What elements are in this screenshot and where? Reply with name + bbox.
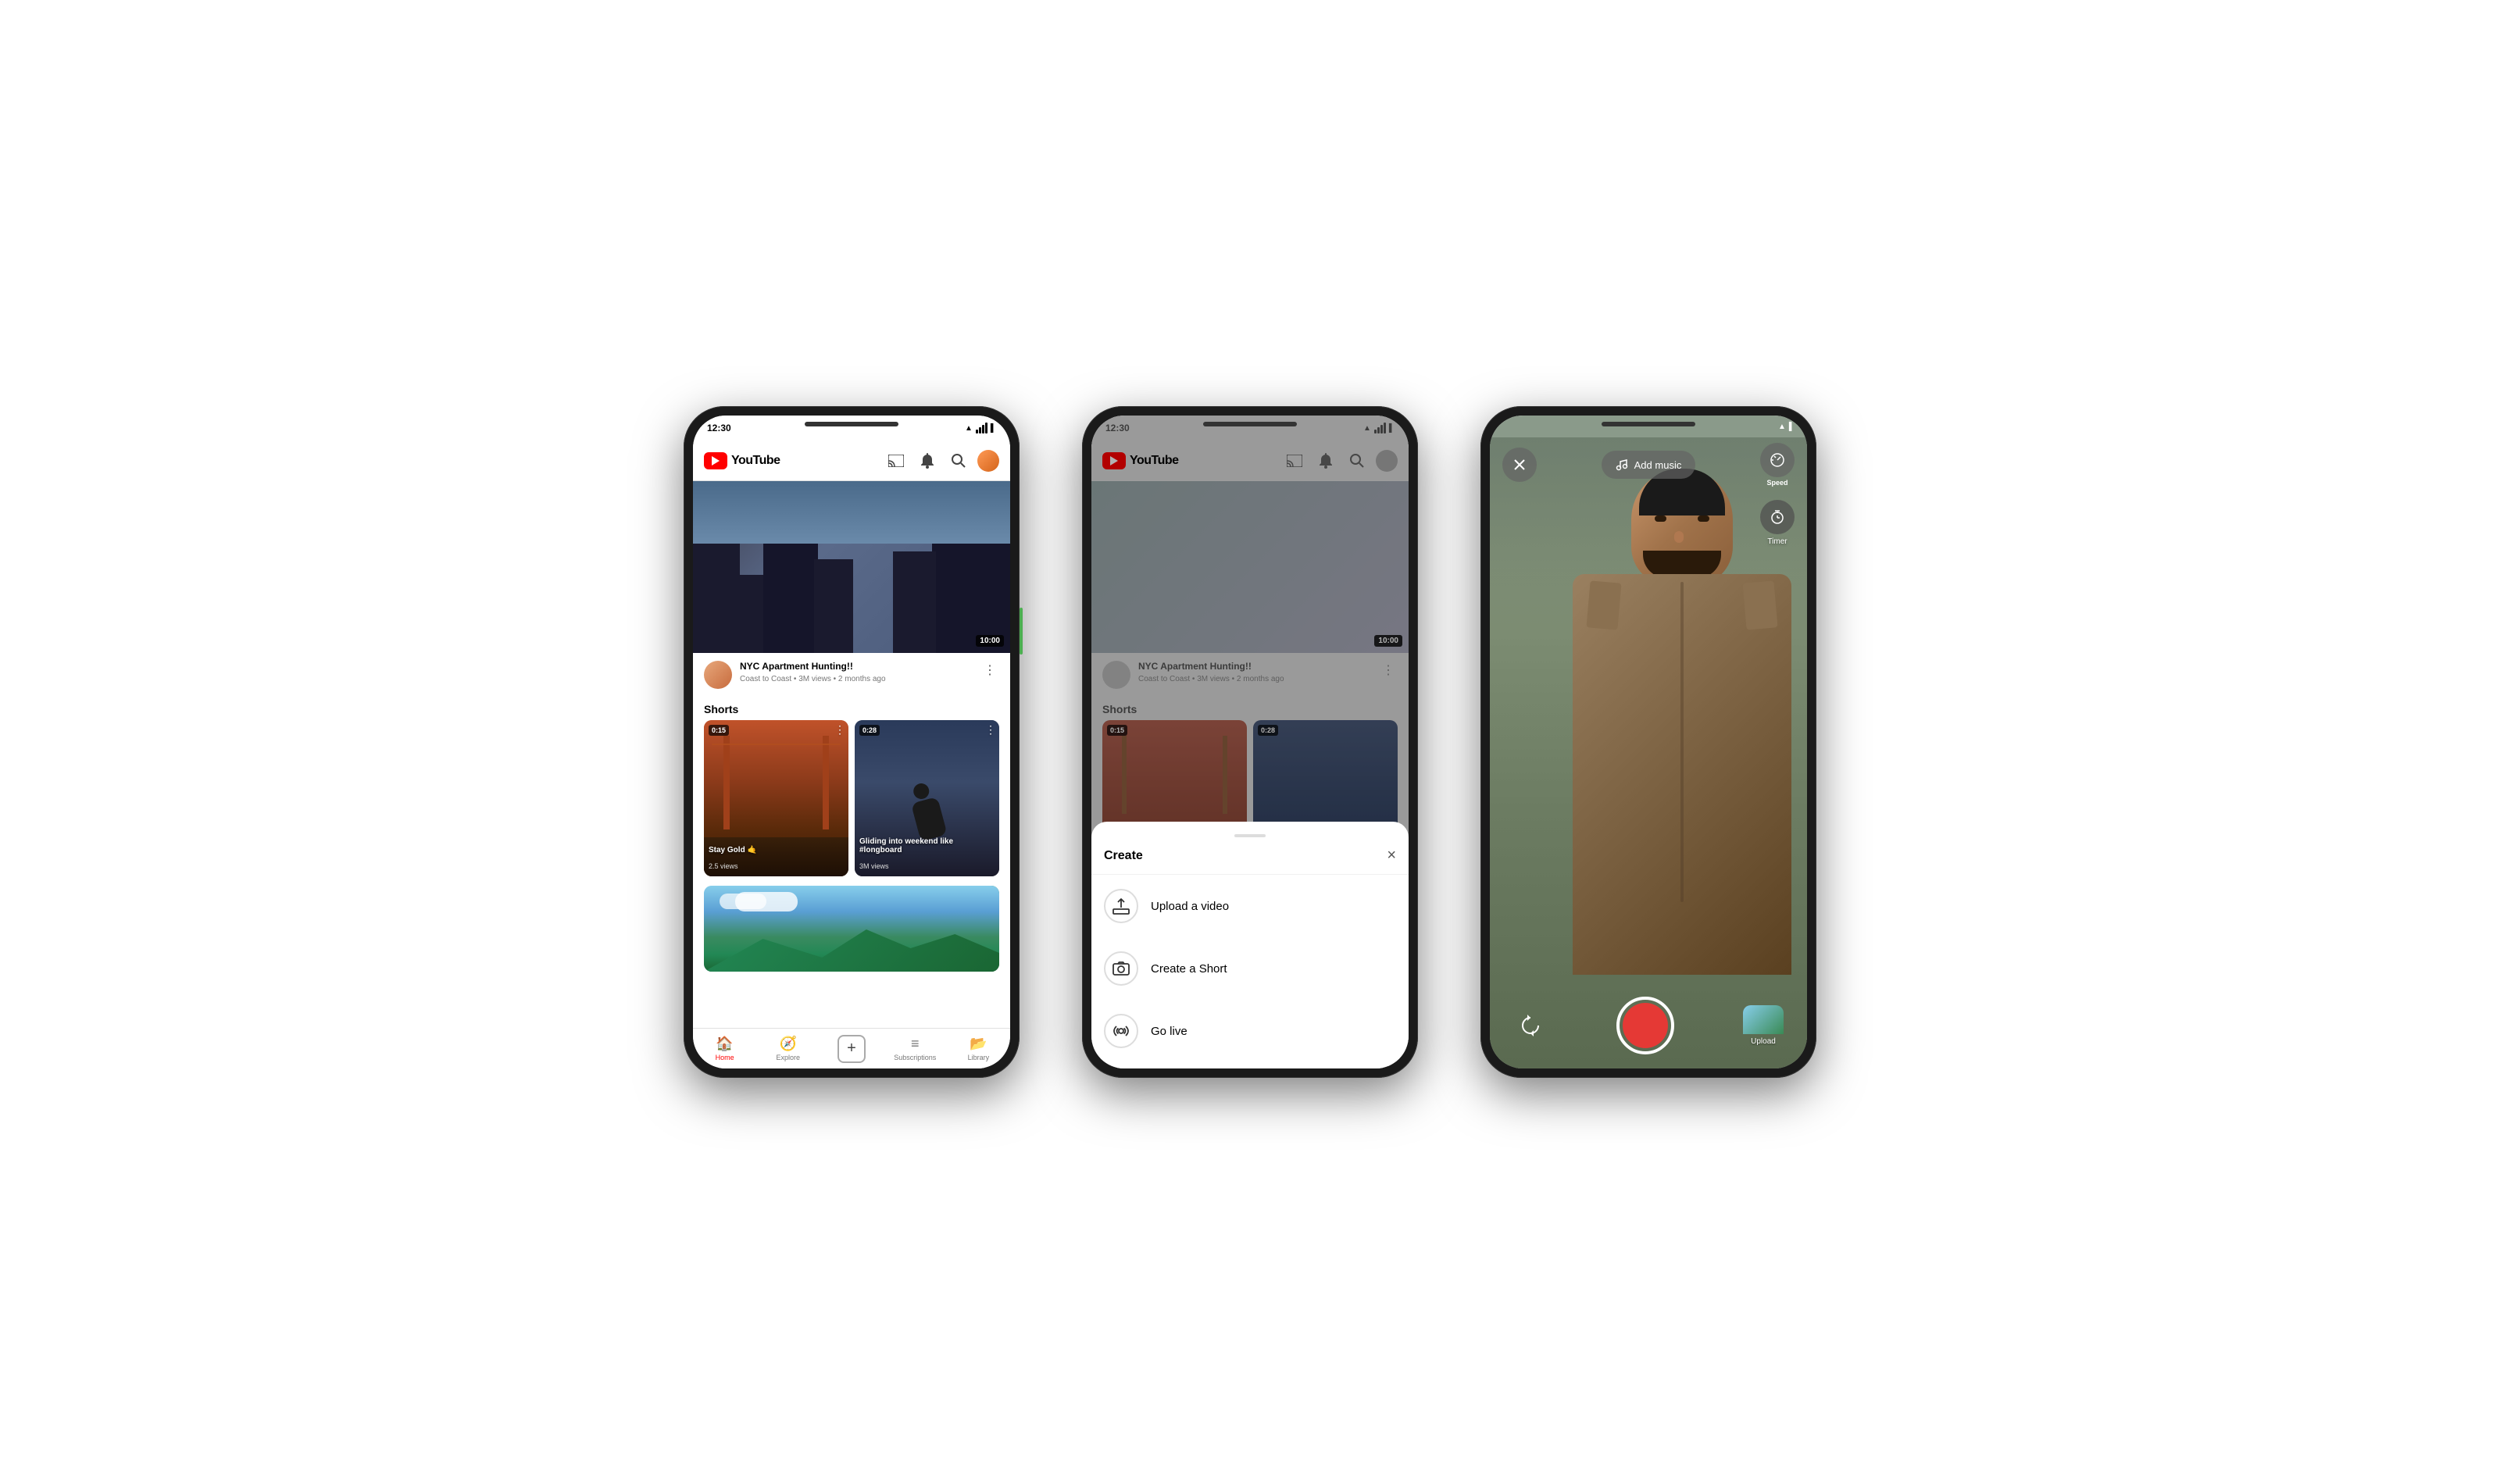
add-music-label: Add music — [1634, 459, 1682, 471]
youtube-header-1: YouTube — [693, 441, 1010, 481]
camera-top-bar: Add music Speed — [1490, 437, 1807, 492]
sheet-handle — [1234, 834, 1266, 837]
nav-home-label: Home — [716, 1054, 734, 1061]
video-subtitle-1: Coast to Coast • 3M views • 2 months ago — [740, 675, 973, 683]
short-more-2[interactable]: ⋮ — [985, 723, 996, 737]
cast-button[interactable] — [884, 448, 909, 473]
home-icon: 🏠 — [716, 1036, 733, 1052]
shorts-grid-1: 0:15 ⋮ Stay Gold 🤙 2.5 views — [693, 720, 1010, 883]
youtube-logo-text: YouTube — [731, 454, 780, 468]
phone-2: 12:30 ▲ ▌ YouTube — [1082, 406, 1418, 1078]
video-duration-1: 10:00 — [976, 635, 1004, 647]
short-views-1: 2.5 views — [709, 862, 738, 870]
nav-home[interactable]: 🏠 Home — [693, 1036, 756, 1061]
phone-1-screen: 12:30 ▲ ▌ YouTube — [693, 416, 1010, 1068]
sheet-title: Create — [1104, 849, 1143, 863]
upload-thumbnail — [1743, 1005, 1784, 1034]
status-time-1: 12:30 — [707, 423, 731, 433]
add-music-button[interactable]: Add music — [1602, 451, 1696, 479]
camera-close-button[interactable] — [1502, 448, 1537, 482]
nav-library-label: Library — [968, 1054, 990, 1061]
sheet-close-button[interactable]: × — [1387, 847, 1396, 865]
shorts-section-1: Shorts 0:15 ⋮ Stay — [693, 697, 1010, 1028]
status-icons-1: ▲ ▌ — [965, 423, 996, 433]
nav-explore-label: Explore — [777, 1054, 801, 1061]
video-info-1: NYC Apartment Hunting!! Coast to Coast •… — [693, 653, 1010, 697]
battery-icon: ▌ — [991, 424, 996, 433]
signal-icon — [976, 423, 988, 433]
shorts-title-1: Shorts — [693, 697, 1010, 720]
library-icon: 📂 — [970, 1036, 987, 1052]
upload-video-item[interactable]: Upload a video — [1091, 875, 1409, 937]
timer-label: Timer — [1767, 537, 1787, 546]
wifi-icon: ▲ — [965, 424, 973, 433]
sheet-header: Create × — [1091, 847, 1409, 875]
short-card-1[interactable]: 0:15 ⋮ Stay Gold 🤙 2.5 views — [704, 720, 848, 876]
channel-avatar[interactable] — [704, 661, 732, 689]
flip-camera-button[interactable] — [1513, 1008, 1548, 1043]
camera-screen: Add music Speed — [1490, 437, 1807, 1068]
short-time-2: 0:28 — [859, 725, 880, 736]
create-short-label: Create a Short — [1151, 962, 1227, 976]
phone-1: 12:30 ▲ ▌ YouTube — [684, 406, 1020, 1078]
short-label-1: Stay Gold 🤙 — [709, 846, 844, 854]
camera-side-controls: Timer — [1760, 500, 1795, 546]
phone-3-screen: ▲ ▌ — [1490, 416, 1807, 1068]
go-live-label: Go live — [1151, 1025, 1188, 1038]
status-bar-1: 12:30 ▲ ▌ — [693, 416, 1010, 441]
landscape-card[interactable] — [704, 886, 999, 972]
record-button[interactable] — [1616, 997, 1674, 1054]
youtube-logo-icon — [704, 452, 727, 469]
timer-control: Timer — [1760, 500, 1795, 546]
camera-icon — [1104, 951, 1138, 986]
nav-explore[interactable]: 🧭 Explore — [756, 1036, 820, 1061]
upload-button[interactable]: Upload — [1743, 1005, 1784, 1046]
create-button[interactable]: + — [838, 1035, 866, 1063]
bottom-sheet: Create × Upload a video — [1091, 822, 1409, 1068]
camera-status-bar: ▲ ▌ — [1490, 416, 1807, 437]
notifications-button[interactable] — [915, 448, 940, 473]
camera-bottom-bar: Upload — [1490, 983, 1807, 1068]
nav-library[interactable]: 📂 Library — [947, 1036, 1010, 1061]
short-time-1: 0:15 — [709, 725, 729, 736]
nav-create[interactable]: + — [820, 1035, 883, 1063]
video-more-button[interactable]: ⋮ — [980, 661, 999, 680]
speed-button[interactable] — [1760, 443, 1795, 477]
upload-icon — [1104, 889, 1138, 923]
person-figure — [1580, 453, 1784, 975]
search-button[interactable] — [946, 448, 971, 473]
explore-icon: 🧭 — [780, 1036, 797, 1052]
short-views-2: 3M views — [859, 862, 889, 870]
camera-status-icons: ▲ ▌ — [1778, 423, 1795, 431]
short-more-1[interactable]: ⋮ — [834, 723, 845, 737]
youtube-logo-1: YouTube — [704, 452, 780, 469]
user-avatar[interactable] — [977, 450, 999, 472]
create-short-item[interactable]: Create a Short — [1091, 937, 1409, 1000]
speed-control: Speed — [1760, 443, 1795, 487]
person-jacket — [1573, 574, 1791, 975]
thumbnail-image — [693, 481, 1010, 653]
live-icon — [1104, 1014, 1138, 1048]
upload-label: Upload — [1751, 1037, 1776, 1046]
upload-video-label: Upload a video — [1151, 900, 1229, 913]
short-card-2[interactable]: 0:28 ⋮ Gliding into weekend like #longbo… — [855, 720, 999, 876]
nav-subscriptions-label: Subscriptions — [894, 1054, 936, 1061]
timer-button[interactable] — [1760, 500, 1795, 534]
nav-subscriptions[interactable]: ≡ Subscriptions — [884, 1036, 947, 1061]
scroll-indicator-1 — [1020, 608, 1023, 655]
video-title-1: NYC Apartment Hunting!! — [740, 661, 973, 673]
phone-3: ▲ ▌ — [1480, 406, 1816, 1078]
bottom-nav-1: 🏠 Home 🧭 Explore + ≡ Subscriptions 📂 Lib… — [693, 1028, 1010, 1068]
video-thumbnail-1[interactable]: 10:00 — [693, 481, 1010, 653]
speed-label: Speed — [1766, 479, 1788, 487]
go-live-item[interactable]: Go live — [1091, 1000, 1409, 1062]
short-label-2: Gliding into weekend like #longboard — [859, 837, 995, 854]
video-meta: NYC Apartment Hunting!! Coast to Coast •… — [740, 661, 973, 683]
record-button-inner — [1623, 1003, 1668, 1048]
subscriptions-icon: ≡ — [911, 1036, 920, 1052]
phone-2-screen: 12:30 ▲ ▌ YouTube — [1091, 416, 1409, 1068]
